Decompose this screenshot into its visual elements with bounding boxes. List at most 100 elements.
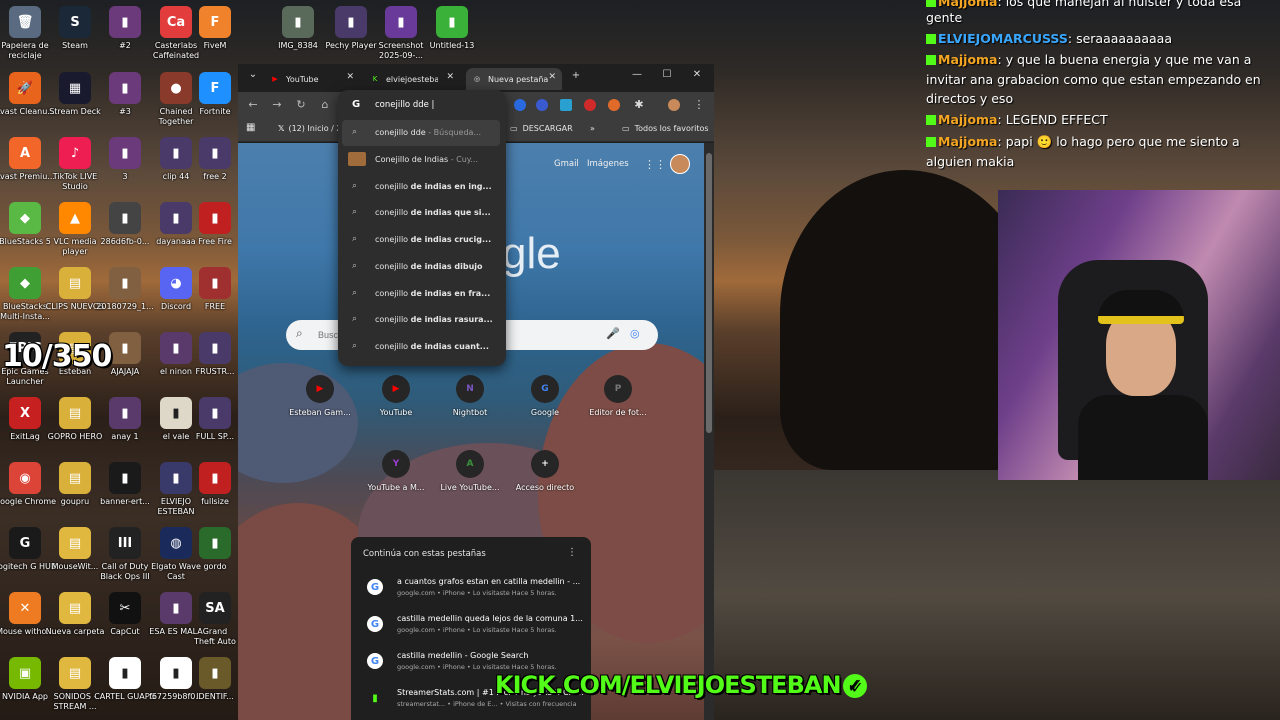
desktop-icon-label: gordo	[203, 562, 227, 571]
desktop-icon-image: ▮	[160, 137, 192, 169]
account-avatar[interactable]	[670, 154, 690, 174]
tab-close-icon[interactable]: ✕	[446, 72, 454, 82]
tab-close-icon[interactable]: ✕	[346, 72, 354, 82]
chat-username[interactable]: Majjoma	[938, 0, 998, 9]
desktop-icon-image: ▮	[199, 527, 231, 559]
shortcut-tile[interactable]: P Editor de fot...	[582, 375, 654, 417]
chat-username[interactable]: Majjoma	[938, 134, 998, 149]
shortcut-tile[interactable]: G Google	[509, 375, 581, 417]
desktop-icon[interactable]: SA Grand Theft Auto San	[192, 592, 238, 647]
tab-youtube[interactable]: ▶ YouTube ✕	[264, 68, 360, 90]
bookmarks-overflow-icon[interactable]: »	[590, 124, 595, 133]
omnibox-suggestion[interactable]: ⌕ conejillo de indias rasura...	[342, 307, 500, 333]
close-window-button[interactable]: ✕	[690, 69, 704, 80]
home-icon[interactable]: ⌂	[318, 98, 332, 111]
desktop-icon-label: IDENTIF...	[196, 692, 234, 701]
suggestion-completion: de indias dibujo	[410, 261, 483, 271]
continue-tab-item[interactable]: Ga cuantos grafos estan en catilla medel…	[361, 571, 586, 603]
suggestion-prefix: Conejillo de Indias	[375, 155, 449, 164]
desktop-icon-image: ◉	[9, 462, 41, 494]
omnibox-suggestion[interactable]: ⌕ conejillo dde - Búsqueda...	[342, 120, 500, 146]
google-icon: G	[367, 616, 383, 632]
continue-tab-item[interactable]: Gcastilla medellin queda lejos de la com…	[361, 608, 586, 640]
omnibox-query[interactable]: conejillo dde |	[375, 100, 434, 110]
extension-icon[interactable]	[514, 99, 526, 111]
scrollbar-thumb[interactable]	[706, 153, 712, 433]
desktop-icon[interactable]: ▮ FULL SP...	[192, 397, 238, 442]
extensions-puzzle-icon[interactable]: ✱	[632, 98, 646, 111]
tab-new-tab[interactable]: ◎ Nueva pestaña ✕	[466, 68, 562, 90]
desktop-icon-label: Free Fire	[198, 237, 232, 246]
search-icon: ⌕	[352, 207, 358, 218]
microphone-icon[interactable]: 🎤	[606, 327, 620, 340]
shortcut-tile[interactable]: A Live YouTube...	[434, 450, 506, 492]
images-link[interactable]: Imágenes	[587, 159, 629, 169]
chat-message: gente	[926, 10, 962, 25]
omnibox-suggestion[interactable]: ⌕ conejillo de indias crucig...	[342, 227, 500, 253]
google-lens-icon[interactable]: ◎	[630, 327, 640, 340]
bookmark-download[interactable]: ▭ DESCARGAR	[510, 124, 573, 133]
tab-search-icon[interactable]: ⌄	[246, 69, 260, 80]
shortcut-tile[interactable]: N Nightbot	[434, 375, 506, 417]
desktop-icon-image: 🗑	[9, 6, 41, 38]
chat-text: alguien makia	[926, 154, 1015, 169]
chat-username[interactable]: Majjoma	[938, 52, 998, 67]
desktop-icon[interactable]: ▮ FREE	[192, 267, 238, 312]
omnibox-suggestion[interactable]: ⌕ conejillo de indias cuant...	[342, 334, 500, 360]
forward-icon[interactable]: →	[270, 98, 284, 111]
extension-icon[interactable]	[536, 99, 548, 111]
extension-icon[interactable]	[560, 99, 572, 111]
desktop-icon[interactable]: ▮ fullsize	[192, 462, 238, 507]
suggestion-prefix: conejillo	[375, 208, 411, 218]
extension-icon[interactable]	[608, 99, 620, 111]
bookmark-x[interactable]: 𝕏 (12) Inicio / X	[278, 124, 342, 133]
profile-avatar[interactable]	[668, 99, 680, 111]
page-scrollbar[interactable]	[704, 143, 714, 720]
desktop-icon-image: ◆	[9, 267, 41, 299]
tab-kick[interactable]: K elviejoesteban ✕	[364, 68, 460, 90]
omnibox-suggestion[interactable]: ⌕ conejillo de indias que si...	[342, 200, 500, 226]
shortcut-tile[interactable]: Y YouTube a M...	[360, 450, 432, 492]
desktop-icon[interactable]: ▮ IDENTIF...	[192, 657, 238, 702]
all-favorites[interactable]: ▭ Todos los favoritos	[622, 124, 709, 133]
omnibox-suggestion[interactable]: ⌕ conejillo de indias en ing...	[342, 174, 500, 200]
chat-username[interactable]: Majjoma	[938, 112, 998, 127]
shortcut-tile[interactable]: ▶ Esteban Gam...	[284, 375, 356, 417]
all-favorites-label: Todos los favoritos	[634, 124, 709, 133]
omnibox-suggestion[interactable]: ⌕ conejillo de indias dibujo	[342, 254, 500, 280]
bookmark-x-label: (12) Inicio / X	[288, 124, 342, 133]
continue-tab-meta: google.com • iPhone • Lo visitaste Hace …	[397, 663, 557, 671]
tab-close-icon[interactable]: ✕	[548, 72, 556, 82]
desktop-icon[interactable]: ▮ gordo	[192, 527, 238, 572]
desktop-icon[interactable]: F Fortnite	[192, 72, 238, 117]
reload-icon[interactable]: ↻	[294, 98, 308, 111]
google-apps-icon[interactable]: ⋮⋮	[644, 158, 666, 171]
shortcut-label: Editor de fot...	[589, 408, 647, 417]
desktop-icon-image: ◆	[9, 202, 41, 234]
search-icon: ⌕	[352, 287, 358, 298]
desktop-icon-image: III	[109, 527, 141, 559]
extension-icon[interactable]	[584, 99, 596, 111]
shortcut-tile[interactable]: + Acceso directo	[509, 450, 581, 492]
desktop-icon[interactable]: ▮ FRUSTR...	[192, 332, 238, 377]
maximize-button[interactable]: ☐	[660, 69, 674, 80]
shortcut-tile[interactable]: ▶ YouTube	[360, 375, 432, 417]
search-icon: ⌕	[296, 326, 303, 340]
more-options-icon[interactable]: ⋮	[567, 547, 577, 558]
back-icon[interactable]: ←	[246, 98, 260, 111]
gmail-link[interactable]: Gmail	[554, 159, 579, 169]
desktop-icon[interactable]: ▮ free 2	[192, 137, 238, 182]
omnibox-suggestion[interactable]: ⌕ conejillo de indias en fra...	[342, 281, 500, 307]
desktop-icon[interactable]: F FiveM	[192, 6, 238, 51]
omnibox-suggestion[interactable]: Conejillo de Indias - Cuy...	[342, 147, 500, 173]
omnibox-input-row[interactable]: G conejillo dde |	[338, 90, 506, 120]
menu-icon[interactable]: ⋮	[692, 98, 706, 111]
apps-grid-icon[interactable]: ▦	[246, 122, 255, 133]
new-tab-button[interactable]: +	[569, 70, 583, 81]
minimize-button[interactable]: —	[630, 69, 644, 80]
desktop-icon-image: ◍	[160, 527, 192, 559]
desktop-icon[interactable]: ▮ Free Fire	[192, 202, 238, 247]
desktop-icon[interactable]: ▮ Untitled-13	[419, 6, 485, 51]
chat-text: gente	[926, 10, 963, 25]
chat-username[interactable]: ELVIEJOMARCUSSS	[938, 31, 1068, 46]
